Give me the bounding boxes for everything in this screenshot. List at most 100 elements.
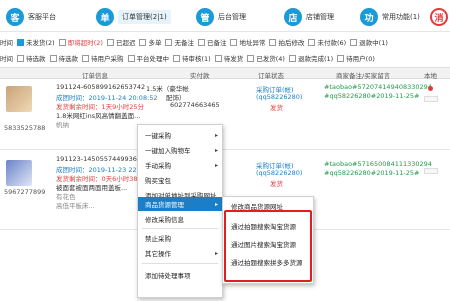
filter-unpaid[interactable]: 未付款(6)	[308, 37, 346, 47]
filter-pick-1[interactable]: 待选款	[17, 53, 46, 63]
functions-icon: 功	[360, 8, 378, 26]
filter-address-error[interactable]: 地址异常	[230, 37, 265, 47]
menu-item-add-to-cart[interactable]: 一键加入购物车 ▸	[138, 143, 222, 157]
filter-refunded[interactable]: 退款完成(1)	[288, 53, 334, 63]
table-row[interactable]: 5833525788 191124-605899162653742 成团时间：2…	[0, 80, 450, 150]
merchant-note: #taobao#571650084111330294	[324, 160, 432, 168]
filter-to-ship[interactable]: 待发货	[214, 53, 244, 63]
menu-item-manual-purchase[interactable]: 手动采购 ▸	[138, 158, 222, 172]
column-header-local: 本地	[424, 72, 437, 80]
filter-multi[interactable]: 多单	[139, 37, 161, 47]
nav-common-functions[interactable]: 功 常用功能(1)	[360, 8, 420, 26]
purchase-account: (qq58226280)	[256, 93, 303, 101]
nav-customer-service[interactable]: 客 客服平台	[6, 8, 56, 26]
nav-label: 后台管理	[218, 13, 246, 21]
filter-text: 待审核(1)	[182, 55, 211, 63]
backend-icon: 管	[196, 8, 214, 26]
filter-text: 待用户(0)	[346, 55, 375, 63]
menu-item-label: 其它操作	[145, 250, 171, 258]
nav-label: 常用功能(1)	[382, 13, 420, 21]
nav-label: 客服平台	[28, 13, 56, 21]
nav-label: 订单管理(2|1)	[118, 10, 171, 24]
product-extra: 帆纳	[56, 121, 69, 129]
filter-row-status: 时间 未发货(2) 即将超时(2) 已超迟 多单 无备注 已备注 地址异常 拍后…	[0, 34, 450, 50]
filter-text: 无备注	[174, 39, 194, 47]
column-header-notes: 商家备注/买家留言	[336, 72, 391, 80]
filter-text: 即将超时(2)	[67, 39, 103, 47]
chevron-right-icon: ▸	[214, 161, 218, 169]
menu-item-label: 购买宝包	[145, 177, 171, 185]
filter-text: 平台处理中	[136, 55, 170, 63]
order-icon: 单	[96, 8, 114, 26]
checkbox-icon	[288, 54, 296, 62]
chevron-right-icon: ▸	[214, 131, 218, 139]
menu-item-add-todo[interactable]: 添加待处理事项	[138, 268, 222, 282]
checkbox-icon	[17, 38, 24, 46]
filter-text: 地址异常	[239, 39, 266, 47]
filter-text: 拍后修改	[278, 39, 305, 47]
menu-item-label: 一键采购	[145, 132, 171, 140]
checkbox-icon	[214, 54, 222, 62]
menu-item-one-click-purchase[interactable]: 一键采购 ▸	[138, 128, 222, 142]
filter-pick-2[interactable]: 待选款	[49, 53, 78, 63]
chevron-right-icon: ▸	[214, 146, 218, 154]
nav-shop[interactable]: 店 店铺管理	[284, 8, 334, 26]
table-header: 订单信息 实付款 订单状态 商家备注/买家留言 本地	[0, 67, 450, 80]
checkbox-icon	[247, 54, 255, 62]
menu-item-other-actions[interactable]: 其它操作 ▸	[138, 246, 222, 260]
product-thumbnail	[6, 86, 32, 112]
column-header-paid: 实付款	[190, 72, 210, 80]
checkbox-icon	[308, 38, 316, 46]
filter-about-to-timeout[interactable]: 即将超时(2)	[58, 37, 103, 47]
filter-shipped[interactable]: 已发货(4)	[247, 53, 285, 63]
filter-text: 待用户采购	[91, 55, 124, 63]
filter-text: 未付款(6)	[317, 39, 347, 47]
filter-noted[interactable]: 已备注	[197, 37, 226, 47]
filter-pending-user[interactable]: 待用户(0)	[337, 53, 375, 63]
menu-item-product-source[interactable]: 商品货源管理 ▸	[138, 197, 222, 211]
filter-label: 时间	[0, 55, 13, 63]
merchant-note-2: #qq58226280#2019-11-25#	[324, 169, 420, 177]
filter-text: 退款完成(1)	[297, 55, 334, 63]
nav-backend[interactable]: 管 后台管理	[196, 8, 246, 26]
checkbox-icon	[82, 54, 89, 62]
checkbox-icon	[197, 38, 205, 46]
checkbox-icon	[49, 54, 57, 62]
filter-no-note[interactable]: 无备注	[165, 37, 194, 47]
order-line: 191123-145055744993608	[56, 155, 146, 163]
menu-item-forbid-purchase[interactable]: 禁止采购	[138, 231, 222, 245]
chevron-right-icon: ▸	[214, 200, 218, 208]
column-header-status: 订单状态	[258, 72, 284, 80]
order-management-page: 客 客服平台 单 订单管理(2|1) 管 后台管理 店 店铺管理 功 常用功能(…	[0, 0, 450, 301]
nav-order-management[interactable]: 单 订单管理(2|1)	[96, 8, 171, 26]
filter-text: 已超迟	[115, 39, 136, 47]
filter-text: 待发货	[223, 55, 244, 63]
filter-overdue[interactable]: 已超迟	[106, 37, 136, 47]
nav-message[interactable]: 消	[430, 8, 448, 26]
menu-item-label: 修改采购信息	[145, 216, 184, 224]
annotation-highlight-box	[224, 210, 312, 282]
filter-modified[interactable]: 拍后修改	[269, 37, 304, 47]
column-header-order-info: 订单信息	[82, 72, 108, 80]
local-action-button[interactable]	[424, 96, 438, 102]
message-icon: 消	[430, 8, 448, 26]
checkbox-icon	[127, 54, 135, 62]
filter-text: 待选款	[26, 55, 46, 63]
customer-service-icon: 客	[6, 8, 24, 26]
menu-divider	[142, 263, 218, 264]
menu-item-label: 禁止采购	[145, 235, 171, 243]
filter-refunding[interactable]: 退款中(1)	[350, 37, 388, 47]
menu-item-edit-purchase[interactable]: 修改采购信息	[138, 212, 222, 226]
nav-label: 店铺管理	[306, 13, 334, 21]
flag-icon	[428, 86, 433, 91]
filter-text: 多单	[148, 39, 162, 47]
menu-item-buy-package[interactable]: 购买宝包	[138, 173, 222, 187]
local-action-button[interactable]	[424, 168, 438, 174]
filter-unshipped[interactable]: 未发货(2)	[17, 37, 55, 47]
order-line: 191124-605899162653742	[56, 83, 146, 91]
menu-item-label: 添加待处理事项	[145, 272, 191, 280]
filter-platform[interactable]: 平台处理中	[127, 53, 170, 63]
filter-user-purchase[interactable]: 待用户采购	[82, 53, 124, 63]
filter-review[interactable]: 待审核(1)	[173, 53, 211, 63]
merchant-note-2: #qq58226280#2019-11-25#	[324, 92, 420, 100]
